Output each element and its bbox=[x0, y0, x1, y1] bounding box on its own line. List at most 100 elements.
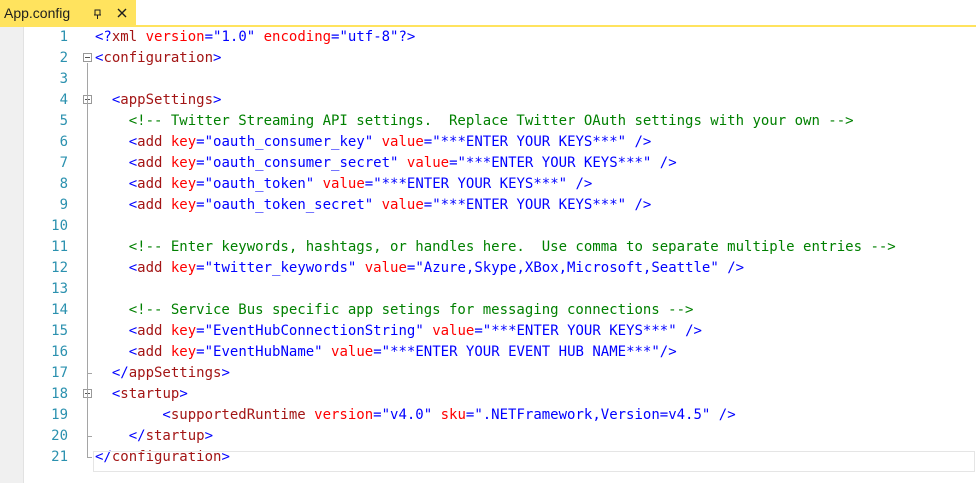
code-line[interactable]: 1 <?xml version="1.0" encoding="utf-8"?> bbox=[0, 27, 976, 48]
code-line[interactable]: 7 <add key="oauth_consumer_secret" value… bbox=[0, 153, 976, 174]
code-token: value bbox=[373, 197, 424, 213]
outline-guide-end bbox=[87, 436, 92, 437]
outline-guide-end bbox=[87, 457, 92, 458]
line-number: 7 bbox=[59, 155, 68, 171]
code-token: = bbox=[364, 176, 374, 192]
line-number: 14 bbox=[51, 302, 68, 318]
current-line-highlight bbox=[93, 451, 975, 472]
code-token: = bbox=[474, 323, 483, 339]
code-token: > bbox=[213, 50, 222, 66]
code-token: > bbox=[213, 92, 222, 108]
code-token: > bbox=[221, 365, 230, 381]
line-number: 13 bbox=[51, 281, 68, 297]
code-token: add bbox=[137, 176, 163, 192]
code-token: = bbox=[196, 197, 205, 213]
code-text: <add key="EventHubName" value="***ENTER … bbox=[95, 342, 677, 363]
code-line[interactable]: 20 </startup> bbox=[0, 426, 976, 447]
line-number: 20 bbox=[51, 428, 68, 444]
tab-title: App.config bbox=[4, 5, 71, 21]
code-token: <? bbox=[95, 29, 112, 45]
code-token: value bbox=[356, 260, 407, 276]
code-token: "***ENTER YOUR KEYS***" bbox=[432, 197, 627, 213]
outline-guide bbox=[87, 399, 88, 436]
code-token: value bbox=[423, 323, 475, 339]
tab-app-config[interactable]: App.config bbox=[0, 0, 136, 27]
code-line[interactable]: 3 bbox=[0, 69, 976, 90]
line-number: 10 bbox=[51, 218, 68, 234]
code-token: "v4.0" bbox=[381, 407, 433, 423]
code-token: = bbox=[196, 323, 205, 339]
code-token: = bbox=[373, 344, 382, 360]
line-number: 1 bbox=[59, 29, 68, 45]
code-token: /> bbox=[676, 323, 702, 339]
line-number: 12 bbox=[51, 260, 68, 276]
code-token: add bbox=[137, 344, 163, 360]
collapse-icon[interactable] bbox=[83, 53, 92, 62]
code-token: "***ENTER YOUR EVENT HUB NAME***" bbox=[381, 344, 660, 360]
code-line[interactable]: 11 <!-- Enter keywords, hashtags, or han… bbox=[0, 237, 976, 258]
code-token: add bbox=[137, 197, 163, 213]
code-token: add bbox=[137, 155, 163, 171]
code-line[interactable]: 12 <add key="twitter_keywords" value="Az… bbox=[0, 258, 976, 279]
code-token: </ bbox=[95, 428, 146, 444]
code-token: "twitter_keywords" bbox=[204, 260, 357, 276]
code-token: "oauth_consumer_key" bbox=[204, 134, 374, 150]
line-number: 15 bbox=[51, 323, 68, 339]
code-token: "utf-8" bbox=[339, 29, 399, 45]
code-line[interactable]: 4 <appSettings> bbox=[0, 90, 976, 111]
code-token: <!-- Twitter Streaming API settings. Rep… bbox=[95, 113, 854, 129]
code-text: </appSettings> bbox=[95, 363, 230, 384]
code-token: = bbox=[196, 260, 205, 276]
code-token: value bbox=[322, 344, 374, 360]
code-text: <?xml version="1.0" encoding="utf-8"?> bbox=[95, 27, 415, 48]
code-token: < bbox=[95, 344, 138, 360]
code-token: add bbox=[137, 134, 163, 150]
code-line[interactable]: 19 <supportedRuntime version="v4.0" sku=… bbox=[0, 405, 976, 426]
code-token: add bbox=[137, 260, 163, 276]
code-token: /> bbox=[626, 197, 652, 213]
outline-guide bbox=[87, 105, 88, 373]
code-line[interactable]: 15 <add key="EventHubConnectionString" v… bbox=[0, 321, 976, 342]
code-token: = bbox=[423, 197, 433, 213]
code-line[interactable]: 8 <add key="oauth_token" value="***ENTER… bbox=[0, 174, 976, 195]
code-token: /> bbox=[567, 176, 593, 192]
code-token: < bbox=[95, 92, 121, 108]
pin-icon[interactable] bbox=[92, 8, 104, 20]
code-text: <add key="oauth_token_secret" value="***… bbox=[95, 195, 652, 216]
code-token: version bbox=[137, 29, 205, 45]
code-token: "EventHubName" bbox=[204, 344, 323, 360]
code-token: sku bbox=[432, 407, 466, 423]
close-icon[interactable] bbox=[116, 7, 128, 19]
code-token: "1.0" bbox=[213, 29, 256, 45]
code-line[interactable]: 17 </appSettings> bbox=[0, 363, 976, 384]
code-token: ".NETFramework,Version=v4.5" bbox=[474, 407, 711, 423]
code-token: = bbox=[196, 344, 205, 360]
code-line[interactable]: 2 <configuration> bbox=[0, 48, 976, 69]
code-line[interactable]: 10 bbox=[0, 216, 976, 237]
code-token: = bbox=[196, 134, 205, 150]
line-number: 4 bbox=[59, 92, 68, 108]
code-token: key bbox=[162, 197, 197, 213]
code-token: "EventHubConnectionString" bbox=[204, 323, 424, 339]
code-text: </startup> bbox=[95, 426, 213, 447]
code-token: </ bbox=[95, 365, 129, 381]
code-line[interactable]: 6 <add key="oauth_consumer_key" value="*… bbox=[0, 132, 976, 153]
code-line[interactable]: 14 <!-- Service Bus specific app setings… bbox=[0, 300, 976, 321]
code-token: = bbox=[423, 134, 433, 150]
code-line[interactable]: 16 <add key="EventHubName" value="***ENT… bbox=[0, 342, 976, 363]
code-token: value bbox=[314, 176, 365, 192]
line-number: 21 bbox=[51, 449, 68, 465]
line-number: 11 bbox=[51, 239, 68, 255]
code-line[interactable]: 13 bbox=[0, 279, 976, 300]
code-token: key bbox=[162, 260, 197, 276]
code-line[interactable]: 5 <!-- Twitter Streaming API settings. R… bbox=[0, 111, 976, 132]
line-number: 5 bbox=[59, 113, 68, 129]
code-token: = bbox=[204, 29, 214, 45]
code-token: < bbox=[95, 386, 121, 402]
code-line[interactable]: 18 <startup> bbox=[0, 384, 976, 405]
code-text: <appSettings> bbox=[95, 90, 222, 111]
code-editor[interactable]: 1 <?xml version="1.0" encoding="utf-8"?> 2… bbox=[0, 27, 976, 483]
line-number: 18 bbox=[51, 386, 68, 402]
code-line[interactable]: 9 <add key="oauth_token_secret" value="*… bbox=[0, 195, 976, 216]
code-token: key bbox=[162, 176, 197, 192]
